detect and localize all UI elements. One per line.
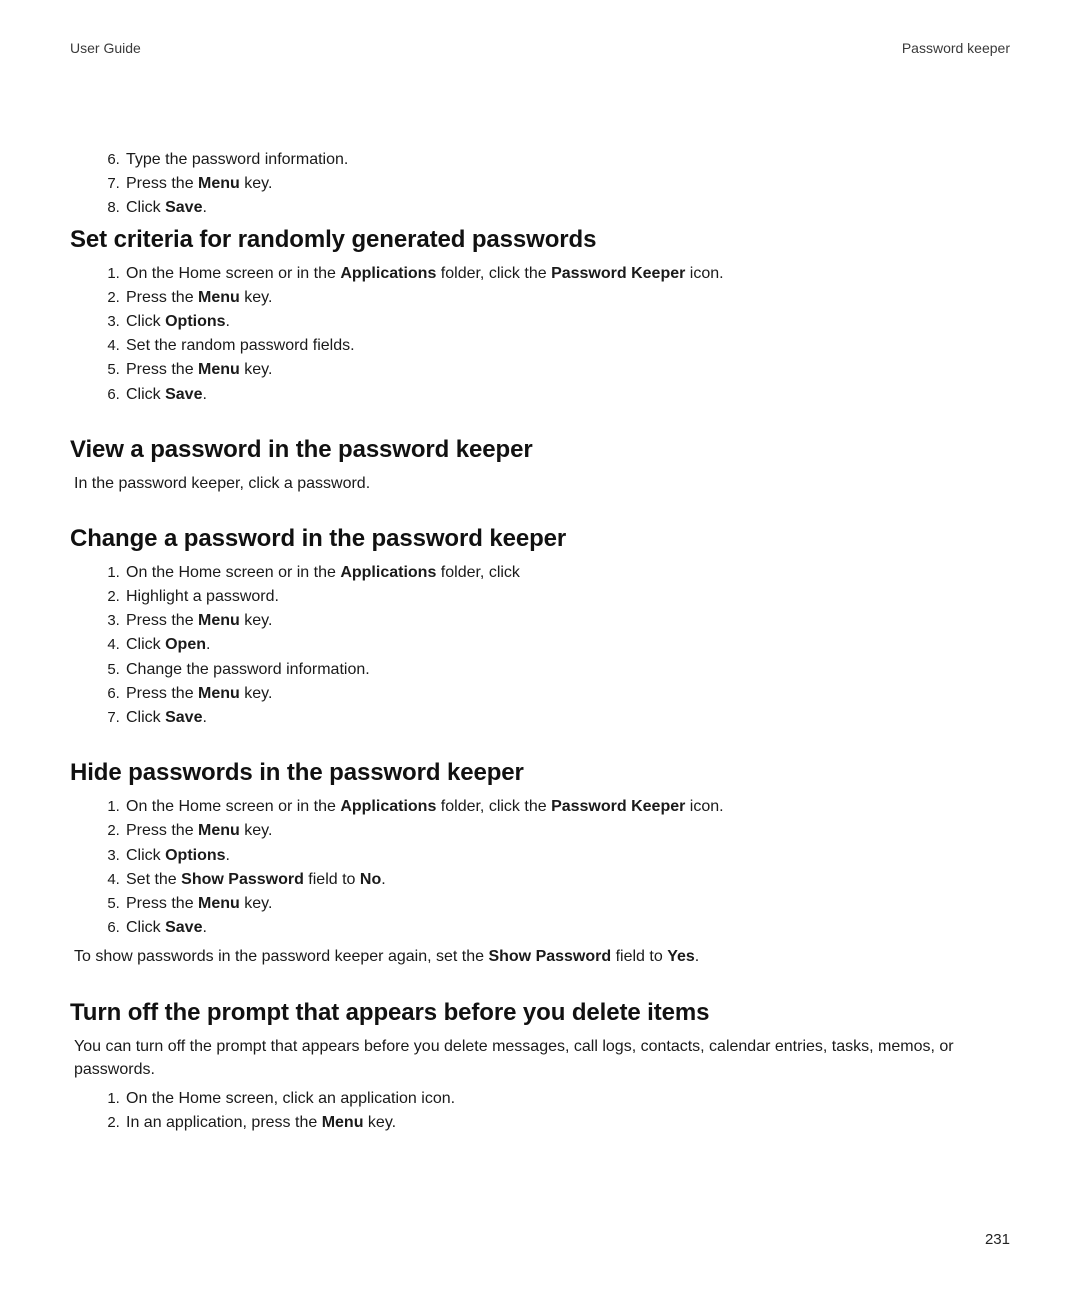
section-heading: Hide passwords in the password keeper <box>70 759 1010 787</box>
page-header: User Guide Password keeper <box>70 40 1010 56</box>
body-paragraph: To show passwords in the password keeper… <box>74 945 1010 968</box>
bold-text: Show Password <box>488 948 611 965</box>
bold-text: Save <box>165 709 202 726</box>
bold-text: Applications <box>340 798 436 815</box>
bold-text: Menu <box>322 1114 364 1131</box>
step-item: Click Save. <box>124 196 1010 219</box>
step-item: Press the Menu key. <box>124 609 1010 632</box>
step-item: Click Save. <box>124 706 1010 729</box>
body-paragraph: In the password keeper, click a password… <box>74 472 1010 495</box>
bold-text: Menu <box>198 895 240 912</box>
step-item: On the Home screen or in the Application… <box>124 795 1010 818</box>
bold-text: Menu <box>198 822 240 839</box>
section-heading: Change a password in the password keeper <box>70 525 1010 553</box>
intro-steps-list: Type the password information.Press the … <box>70 148 1010 220</box>
step-item: On the Home screen or in the Application… <box>124 561 1010 584</box>
header-right: Password keeper <box>902 40 1010 56</box>
step-item: Click Save. <box>124 916 1010 939</box>
step-item: Press the Menu key. <box>124 358 1010 381</box>
steps-list: On the Home screen or in the Application… <box>70 262 1010 406</box>
bold-text: Password Keeper <box>551 798 685 815</box>
step-item: On the Home screen or in the Application… <box>124 262 1010 285</box>
bold-text: Menu <box>198 685 240 702</box>
header-left: User Guide <box>70 40 141 56</box>
bold-text: Menu <box>198 361 240 378</box>
step-item: Set the Show Password field to No. <box>124 868 1010 891</box>
step-item: Press the Menu key. <box>124 819 1010 842</box>
step-item: Change the password information. <box>124 658 1010 681</box>
bold-text: Save <box>165 386 202 403</box>
step-item: Press the Menu key. <box>124 172 1010 195</box>
bold-text: No <box>360 871 381 888</box>
bold-text: Yes <box>667 948 695 965</box>
section-heading: View a password in the password keeper <box>70 436 1010 464</box>
section-heading: Set criteria for randomly generated pass… <box>70 226 1010 254</box>
step-item: Type the password information. <box>124 148 1010 171</box>
step-item: On the Home screen, click an application… <box>124 1087 1010 1110</box>
bold-text: Password Keeper <box>551 265 685 282</box>
section-heading: Turn off the prompt that appears before … <box>70 999 1010 1027</box>
bold-text: Open <box>165 636 206 653</box>
bold-text: Applications <box>340 265 436 282</box>
page-number: 231 <box>985 1231 1010 1248</box>
step-item: In an application, press the Menu key. <box>124 1111 1010 1134</box>
bold-text: Menu <box>198 612 240 629</box>
bold-text: Options <box>165 847 225 864</box>
bold-text: Options <box>165 313 225 330</box>
document-page: User Guide Password keeper Type the pass… <box>0 0 1080 1296</box>
step-item: Highlight a password. <box>124 585 1010 608</box>
steps-list: On the Home screen or in the Application… <box>70 795 1010 939</box>
step-item: Click Open. <box>124 633 1010 656</box>
bold-text: Menu <box>198 175 240 192</box>
bold-text: Save <box>165 919 202 936</box>
steps-list: On the Home screen or in the Application… <box>70 561 1010 729</box>
bold-text: Save <box>165 199 202 216</box>
step-item: Click Save. <box>124 383 1010 406</box>
bold-text: Applications <box>340 564 436 581</box>
steps-list: On the Home screen, click an application… <box>70 1087 1010 1134</box>
bold-text: Menu <box>198 289 240 306</box>
sections-container: Set criteria for randomly generated pass… <box>70 226 1010 1135</box>
step-item: Press the Menu key. <box>124 682 1010 705</box>
bold-text: Show Password <box>181 871 304 888</box>
step-item: Click Options. <box>124 310 1010 333</box>
step-item: Click Options. <box>124 844 1010 867</box>
step-item: Press the Menu key. <box>124 286 1010 309</box>
body-paragraph: You can turn off the prompt that appears… <box>74 1035 1010 1081</box>
step-item: Set the random password fields. <box>124 334 1010 357</box>
step-item: Press the Menu key. <box>124 892 1010 915</box>
